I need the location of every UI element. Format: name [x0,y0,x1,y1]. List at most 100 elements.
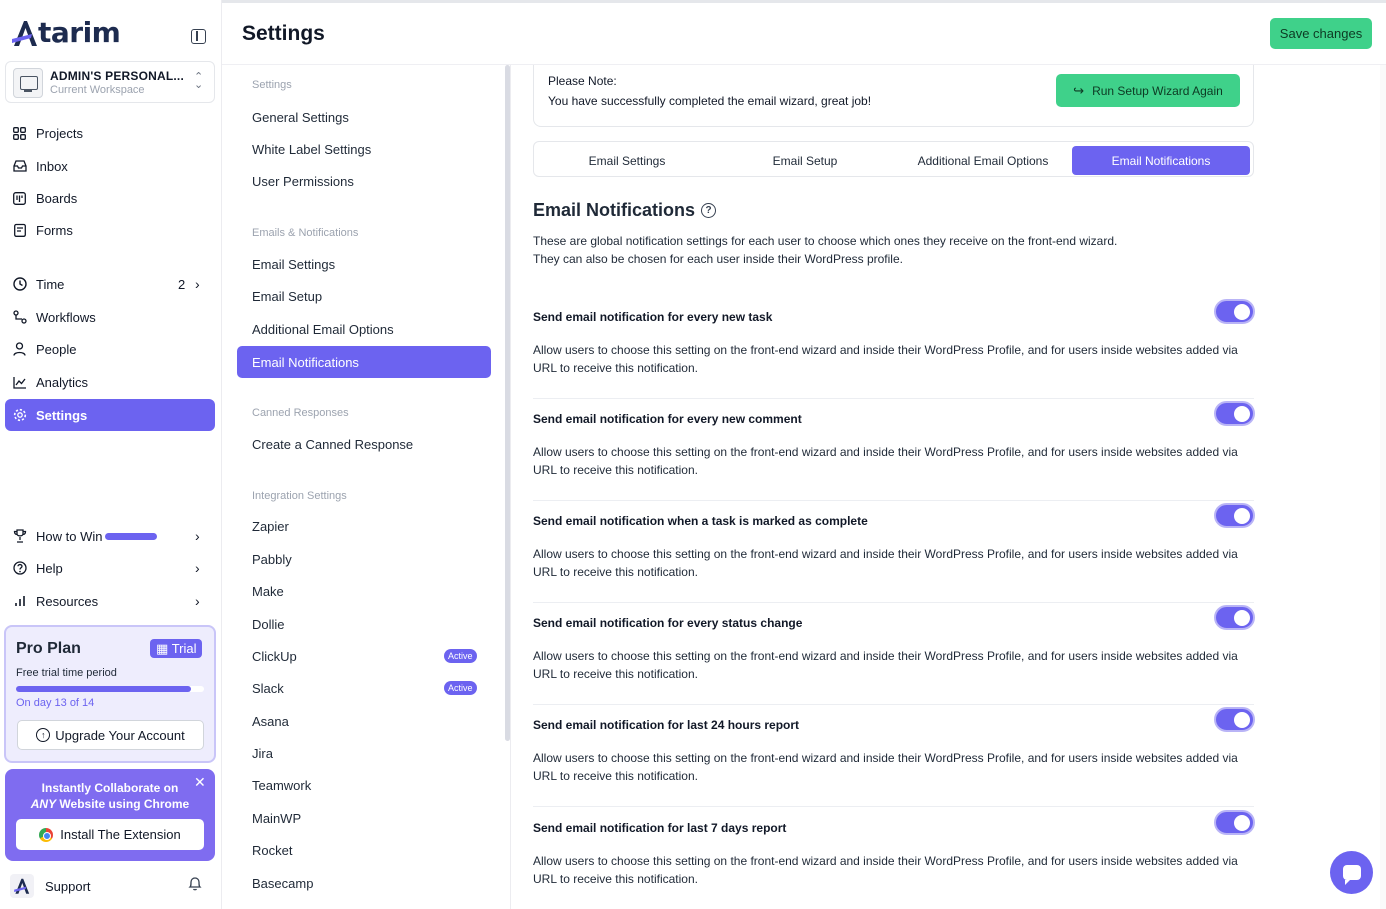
integration-label: Dollie [252,616,285,632]
top-border [222,0,1386,3]
subnav-integration-dollie[interactable]: Dollie [237,608,491,640]
chart-line-icon [12,375,27,390]
nav-people[interactable]: People [5,333,215,365]
notification-title: Send email notification when a task is m… [533,514,868,528]
subnav-email-notifications[interactable]: Email Notifications [237,346,491,378]
notification-title: Send email notification for last 24 hour… [533,718,800,732]
run-setup-wizard-button[interactable]: ↪ Run Setup Wizard Again [1056,74,1240,107]
support-label: Support [45,878,91,894]
wizard-note: Please Note: You have successfully compl… [533,65,1254,127]
nav-settings[interactable]: Settings [5,399,215,431]
atarim-logo[interactable]: tarim [12,16,121,49]
subnav-additional-email-options[interactable]: Additional Email Options [237,313,491,345]
form-icon [12,223,27,238]
nav-projects[interactable]: Projects [5,117,215,149]
nav-analytics[interactable]: Analytics [5,366,215,398]
notification-toggle[interactable] [1214,299,1255,324]
install-extension-button[interactable]: Install The Extension [16,819,204,850]
support-link[interactable]: Support [10,873,210,899]
notification-toggle[interactable] [1214,605,1255,630]
subnav-heading-integrations: Integration Settings [252,490,347,502]
subnav-integration-jira[interactable]: Jira [237,737,491,769]
workflow-icon [12,310,27,325]
email-tabs: Email Settings Email Setup Additional Em… [533,141,1254,177]
nav-resources[interactable]: Resources › [5,585,215,617]
atarim-small-logo-icon [10,874,34,898]
integration-label: Jira [252,745,273,761]
subnav-general-settings[interactable]: General Settings [237,101,491,133]
subnav-integration-clickup[interactable]: ClickUp Active [237,640,491,672]
subnav-email-setup[interactable]: Email Setup [237,280,491,312]
nav-time[interactable]: Time 2 › [5,268,215,300]
upgrade-account-button[interactable]: ↑ Upgrade Your Account [17,720,204,750]
workspace-switcher[interactable]: ADMIN'S PERSONAL... Current Workspace ⌃ ⌄ [5,61,215,103]
trial-progress-bar [16,686,204,692]
how-to-win-progress [105,533,157,540]
trial-progress-fill [16,686,191,692]
subnav-integration-mainwp[interactable]: MainWP [237,802,491,834]
nav-help[interactable]: Help › [5,552,215,584]
nav-analytics-label: Analytics [36,374,89,390]
plan-card: Pro Plan ▦ Trial Free trial time period … [4,625,216,763]
section-title-text: Email Notifications [533,200,696,220]
subnav-integration-make[interactable]: Make [237,575,491,607]
subnav-integration-basecamp[interactable]: Basecamp [237,867,491,899]
nav-inbox[interactable]: Inbox [5,150,215,182]
trial-badge: ▦ Trial [150,639,203,658]
subnav-create-canned-response[interactable]: Create a Canned Response [237,428,491,460]
notification-row: Send email notification for every status… [533,603,1255,705]
notification-title: Send email notification for last 7 days … [533,821,787,835]
notification-toggle[interactable] [1214,401,1255,426]
integration-label: Slack [252,680,284,696]
promo-line1: Instantly Collaborate on [41,781,179,795]
subnav-integration-asana[interactable]: Asana [237,705,491,737]
chat-launcher-button[interactable] [1330,851,1373,894]
subnav-integration-teamwork[interactable]: Teamwork [237,769,491,801]
collapse-sidebar-icon[interactable] [191,29,206,44]
subnav-white-label-settings[interactable]: White Label Settings [237,133,491,165]
logo-mark-icon [12,20,37,46]
integration-label: MainWP [252,810,302,826]
upgrade-label: Upgrade Your Account [55,727,185,743]
question-icon[interactable]: ? [701,203,717,218]
nav-boards[interactable]: Boards [5,182,215,214]
tab-email-setup[interactable]: Email Setup [716,146,894,175]
subnav-email-settings[interactable]: Email Settings [237,248,491,280]
notification-row: Send email notification for last 24 hour… [533,705,1255,807]
promo-text: Instantly Collaborate on ANY Website usi… [5,780,215,812]
active-badge: Active [444,681,477,695]
nav-workflows[interactable]: Workflows [5,301,215,333]
notification-toggle[interactable] [1214,810,1255,835]
calendar-icon: ▦ [156,641,169,656]
integration-label: Pabbly [252,551,292,567]
page-scrollbar[interactable] [1380,65,1386,909]
tab-email-notifications[interactable]: Email Notifications [1072,146,1250,175]
subnav-integration-pabbly[interactable]: Pabbly [237,543,491,575]
gear-icon [12,408,27,423]
notification-description: Allow users to choose this setting on th… [533,751,1238,783]
help-circle-icon [12,561,27,576]
nav-forms[interactable]: Forms [5,214,215,246]
subnav-integration-slack[interactable]: Slack Active [237,672,491,704]
bell-icon[interactable] [188,876,202,894]
chat-bubble-icon [1342,865,1361,885]
nav-how-to-win[interactable]: How to Win › [5,520,215,552]
grid-icon [12,126,27,141]
subnav-heading-settings: Settings [252,79,292,91]
notification-toggle[interactable] [1214,503,1255,528]
workspace-subtitle: Current Workspace [50,84,145,96]
person-icon [12,342,27,357]
clock-icon [12,277,27,292]
subnav-integration-rocket[interactable]: Rocket [237,834,491,866]
subnav-integration-zapier[interactable]: Zapier [237,510,491,542]
tab-email-settings[interactable]: Email Settings [538,146,716,175]
workspace-icon [13,68,43,98]
section-desc-line2: They can also be chosen for each user in… [533,252,903,266]
tab-additional-email-options[interactable]: Additional Email Options [894,146,1072,175]
nav-how-to-win-label: How to Win [36,528,103,544]
subnav-scrollbar[interactable] [505,65,510,741]
notification-toggle[interactable] [1214,707,1255,732]
save-changes-button[interactable]: Save changes [1270,18,1372,49]
integration-label: Basecamp [252,875,314,891]
subnav-user-permissions[interactable]: User Permissions [237,165,491,197]
